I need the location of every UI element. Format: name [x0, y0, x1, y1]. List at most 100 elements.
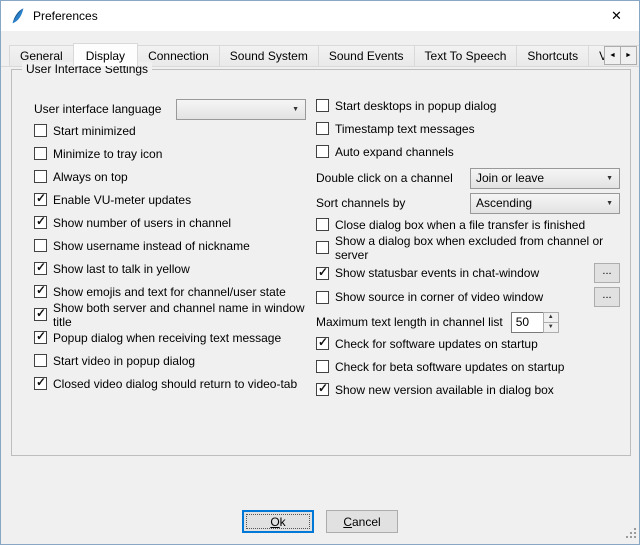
sort-channels-label: Sort channels by	[316, 196, 405, 210]
checkbox-label: Show a dialog box when excluded from cha…	[335, 234, 620, 262]
checkbox-row: Closed video dialog should return to vid…	[34, 376, 306, 391]
language-row: User interface language ▼	[34, 98, 306, 120]
checkbox-label: Close dialog box when a file transfer is…	[335, 218, 585, 232]
dialog-buttons: Ok Cancel	[1, 510, 639, 533]
checkbox-auto-expand-channels[interactable]	[316, 145, 329, 158]
checkbox-last-to-talk-yellow[interactable]	[34, 262, 47, 275]
tab-scroll-right-button[interactable]: ►	[620, 46, 637, 65]
checkbox-label: Start video in popup dialog	[53, 354, 195, 368]
checkbox-label: Start desktops in popup dialog	[335, 99, 496, 113]
dropdown-arrow-icon: ▼	[598, 175, 613, 182]
checkbox-label: Popup dialog when receiving text message	[53, 331, 281, 345]
checkbox-row: Start desktops in popup dialog	[316, 98, 620, 113]
language-combobox[interactable]: ▼	[176, 99, 306, 120]
double-click-combobox[interactable]: Join or leave ▼	[470, 168, 620, 189]
checkbox-always-on-top[interactable]	[34, 170, 47, 183]
checkbox-show-new-version[interactable]	[316, 383, 329, 396]
checkbox-enable-vu-meter[interactable]	[34, 193, 47, 206]
checkbox-label: Timestamp text messages	[335, 122, 475, 136]
checkbox-check-updates[interactable]	[316, 337, 329, 350]
checkbox-row: Show number of users in channel	[34, 215, 306, 230]
checkbox-minimize-to-tray[interactable]	[34, 147, 47, 160]
checkbox-start-desktops-popup[interactable]	[316, 99, 329, 112]
tab-bar: General Display Connection Sound System …	[1, 41, 639, 67]
checkbox-label: Show statusbar events in chat-window	[335, 266, 539, 280]
checkbox-label: Show new version available in dialog box	[335, 383, 554, 397]
spin-up-icon[interactable]: ▲	[544, 313, 558, 323]
checkbox-start-video-popup[interactable]	[34, 354, 47, 367]
checkbox-statusbar-events[interactable]	[316, 267, 329, 280]
max-text-length-row: Maximum text length in channel list 50 ▲…	[316, 311, 620, 333]
right-column: Start desktops in popup dialog Timestamp…	[316, 98, 620, 405]
checkbox-row: Show emojis and text for channel/user st…	[34, 284, 306, 299]
spinner-buttons: ▲ ▼	[543, 312, 559, 333]
statusbar-events-row: Show statusbar events in chat-window ...	[316, 263, 620, 283]
close-button[interactable]: ✕	[594, 1, 639, 31]
checkbox-closed-video-return[interactable]	[34, 377, 47, 390]
checkbox-emojis-text-state[interactable]	[34, 285, 47, 298]
video-source-browse-button[interactable]: ...	[594, 287, 620, 307]
checkbox-row: Show username instead of nickname	[34, 238, 306, 253]
checkbox-row: Show last to talk in yellow	[34, 261, 306, 276]
tab-scroll-left-button[interactable]: ◄	[604, 46, 621, 65]
arrow-left-icon: ◄	[609, 52, 616, 59]
dropdown-arrow-icon: ▼	[284, 106, 299, 113]
tab-sound-events[interactable]: Sound Events	[318, 45, 415, 66]
max-text-length-spinner[interactable]: 50 ▲ ▼	[511, 312, 559, 333]
tab-sound-system[interactable]: Sound System	[219, 45, 319, 66]
checkbox-row: Timestamp text messages	[316, 121, 620, 136]
checkbox-dialog-when-excluded[interactable]	[316, 241, 329, 254]
checkbox-label: Show number of users in channel	[53, 216, 231, 230]
checkbox-row: Popup dialog when receiving text message	[34, 330, 306, 345]
ok-button[interactable]: Ok	[242, 510, 314, 533]
max-text-length-label: Maximum text length in channel list	[316, 315, 503, 329]
checkbox-label: Auto expand channels	[335, 145, 454, 159]
checkbox-check-beta-updates[interactable]	[316, 360, 329, 373]
arrow-right-icon: ►	[625, 52, 632, 59]
checkbox-popup-text-message[interactable]	[34, 331, 47, 344]
checkbox-row: Minimize to tray icon	[34, 146, 306, 161]
tab-shortcuts[interactable]: Shortcuts	[516, 45, 589, 66]
sort-channels-combobox[interactable]: Ascending ▼	[470, 193, 620, 214]
checkbox-label: Closed video dialog should return to vid…	[53, 377, 297, 391]
checkbox-label: Enable VU-meter updates	[53, 193, 191, 207]
checkbox-label: Show emojis and text for channel/user st…	[53, 285, 286, 299]
ok-rest: k	[280, 515, 286, 529]
checkbox-timestamp-messages[interactable]	[316, 122, 329, 135]
resize-grip-icon[interactable]	[624, 526, 637, 542]
checkbox-close-dialog-file-transfer[interactable]	[316, 218, 329, 231]
tab-text-to-speech[interactable]: Text To Speech	[414, 45, 518, 66]
language-label: User interface language	[34, 102, 161, 116]
spinner-value[interactable]: 50	[511, 312, 543, 333]
checkbox-start-minimized[interactable]	[34, 124, 47, 137]
checkbox-row: Check for software updates on startup	[316, 336, 620, 351]
tab-display[interactable]: Display	[73, 43, 138, 67]
dropdown-arrow-icon: ▼	[598, 200, 613, 207]
checkbox-label: Show username instead of nickname	[53, 239, 250, 253]
checkbox-row: Close dialog box when a file transfer is…	[316, 217, 620, 232]
checkbox-row: Always on top	[34, 169, 306, 184]
video-source-row: Show source in corner of video window ..…	[316, 287, 620, 307]
close-icon: ✕	[611, 8, 622, 24]
checkbox-label: Check for beta software updates on start…	[335, 360, 564, 374]
checkbox-label: Minimize to tray icon	[53, 147, 162, 161]
checkbox-show-username[interactable]	[34, 239, 47, 252]
checkbox-video-source-corner[interactable]	[316, 291, 329, 304]
cancel-mnemonic: C	[343, 515, 352, 529]
ok-mnemonic: O	[270, 515, 279, 529]
titlebar: Preferences ✕	[1, 1, 639, 31]
checkbox-label: Show both server and channel name in win…	[53, 301, 306, 329]
cancel-button[interactable]: Cancel	[326, 510, 398, 533]
app-icon	[9, 7, 27, 25]
spin-down-icon[interactable]: ▼	[544, 323, 558, 332]
checkbox-show-number-users[interactable]	[34, 216, 47, 229]
sort-channels-row: Sort channels by Ascending ▼	[316, 192, 620, 214]
double-click-row: Double click on a channel Join or leave …	[316, 167, 620, 189]
tab-scroll-buttons: ◄ ►	[605, 46, 637, 65]
statusbar-events-browse-button[interactable]: ...	[594, 263, 620, 283]
window-title: Preferences	[33, 9, 98, 23]
checkbox-label: Show last to talk in yellow	[53, 262, 190, 276]
user-interface-settings-group: User Interface Settings User interface l…	[11, 69, 631, 456]
checkbox-server-channel-title[interactable]	[34, 308, 47, 321]
checkbox-row: Auto expand channels	[316, 144, 620, 159]
